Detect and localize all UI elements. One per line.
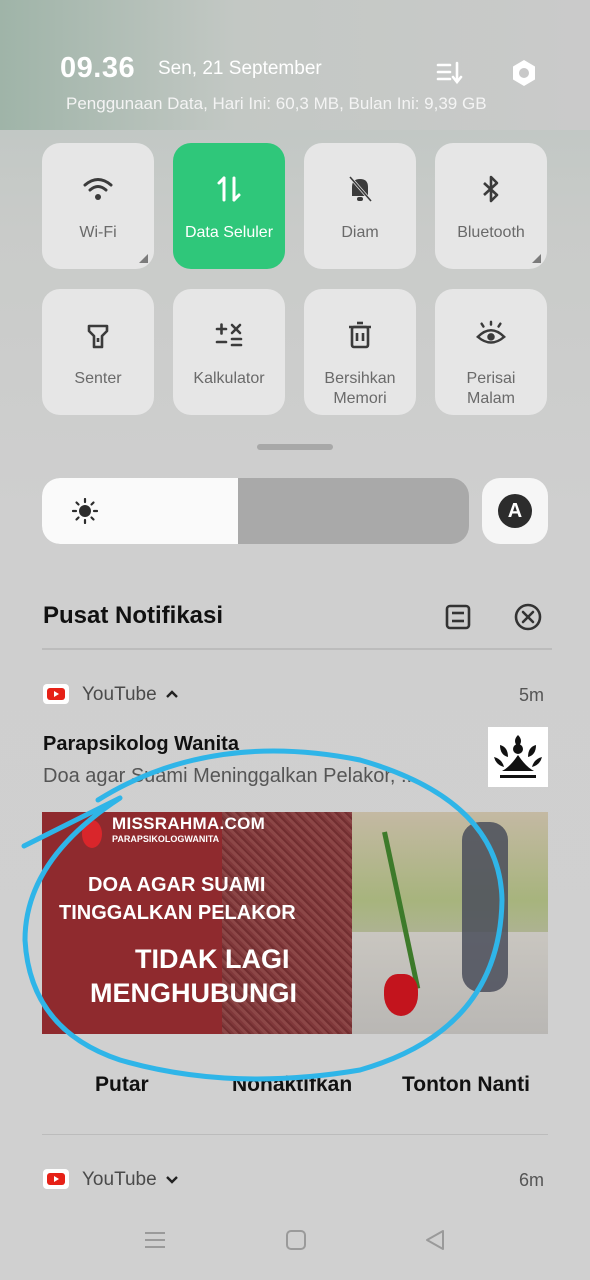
notification-center-title: Pusat Notifikasi <box>43 602 224 629</box>
clear-all-icon[interactable] <box>513 602 543 632</box>
tile-label: Data Seluler <box>184 224 274 241</box>
divider <box>42 648 552 650</box>
edit-list-icon[interactable] <box>434 58 464 88</box>
back-icon[interactable] <box>423 1228 447 1252</box>
tile-label: Kalkulator <box>193 370 265 387</box>
data-usage: Penggunaan Data, Hari Ini: 60,3 MB, Bula… <box>66 94 487 113</box>
calculator-icon <box>213 319 245 351</box>
tile-label: Perisai Malam <box>466 370 516 407</box>
sun-icon <box>71 497 99 525</box>
settings-hex-icon[interactable] <box>509 58 539 88</box>
thumbnail-brand: MISSRAHMA.COM <box>112 814 266 833</box>
menu-icon[interactable] <box>143 1228 167 1252</box>
tile-label: Bluetooth <box>457 224 525 241</box>
trash-icon <box>344 319 376 351</box>
drag-handle[interactable] <box>257 444 333 450</box>
bell-off-icon <box>344 173 376 205</box>
tile-label: Diam <box>341 224 379 241</box>
home-icon[interactable] <box>284 1228 308 1252</box>
flashlight-icon <box>82 319 114 351</box>
chevron-up-icon[interactable] <box>165 687 179 703</box>
tile-label: Bersihkan Memori <box>324 370 396 407</box>
tile-mobile-data[interactable]: Data Seluler <box>173 143 285 269</box>
notification-title[interactable]: Parapsikolog Wanita <box>43 733 239 756</box>
tile-bluetooth[interactable]: Bluetooth <box>435 143 547 269</box>
expand-corner-icon <box>139 254 148 263</box>
brand-logo-icon <box>82 820 102 848</box>
notification-age: 6m <box>519 1170 545 1190</box>
auto-brightness-button[interactable]: A <box>482 478 548 544</box>
eye-icon <box>475 319 507 351</box>
action-play-button[interactable]: Putar <box>95 1073 149 1097</box>
rose-flower <box>384 974 418 1016</box>
tile-calculator[interactable]: Kalkulator <box>173 289 285 415</box>
tile-silent[interactable]: Diam <box>304 143 416 269</box>
tile-clear-memory[interactable]: Bersihkan Memori <box>304 289 416 415</box>
youtube-logo-icon <box>43 1169 69 1189</box>
action-disable-button[interactable]: Nonaktifkan <box>232 1073 352 1097</box>
thumbnail-person <box>462 822 508 992</box>
thumbnail-road <box>352 932 548 1034</box>
clock: 09.36 <box>60 52 136 84</box>
expand-corner-icon <box>532 254 541 263</box>
thumbnail-brand-sub: PARAPSIKOLOGWANITA <box>112 834 220 844</box>
tile-night-shield[interactable]: Perisai Malam <box>435 289 547 415</box>
tile-label: Senter <box>74 370 122 387</box>
wifi-icon <box>82 173 114 205</box>
chevron-down-icon[interactable] <box>165 1172 179 1188</box>
date: Sen, 21 September <box>158 58 322 79</box>
video-thumbnail[interactable]: MISSRAHMA.COM PARAPSIKOLOGWANITA DOA AGA… <box>42 812 548 1034</box>
auto-brightness-label: A <box>498 494 532 528</box>
tile-flashlight[interactable]: Senter <box>42 289 154 415</box>
channel-avatar <box>488 727 548 787</box>
thumbnail-line-4: MENGHUBUNGI <box>90 978 297 1008</box>
thumbnail-line-3: TIDAK LAGI <box>135 944 290 974</box>
youtube-logo-icon <box>43 684 69 704</box>
mobile-data-icon <box>213 173 245 205</box>
brightness-slider[interactable] <box>42 478 469 544</box>
tile-label: Wi-Fi <box>79 224 117 241</box>
action-watch-later-button[interactable]: Tonton Nanti <box>402 1073 530 1097</box>
app-name: YouTube <box>82 684 157 705</box>
app-name: YouTube <box>82 1169 157 1190</box>
thumbnail-line-1: DOA AGAR SUAMI <box>88 874 266 896</box>
divider <box>42 1134 548 1135</box>
bluetooth-icon <box>475 173 507 205</box>
thumbnail-line-2: TINGGALKAN PELAKOR <box>59 902 296 924</box>
manage-notifications-icon[interactable] <box>443 602 473 632</box>
notification-age: 5m <box>519 685 545 705</box>
tile-wifi[interactable]: Wi-Fi <box>42 143 154 269</box>
notification-body[interactable]: Doa agar Suami Meninggalkan Pelakor, .. <box>43 765 463 788</box>
